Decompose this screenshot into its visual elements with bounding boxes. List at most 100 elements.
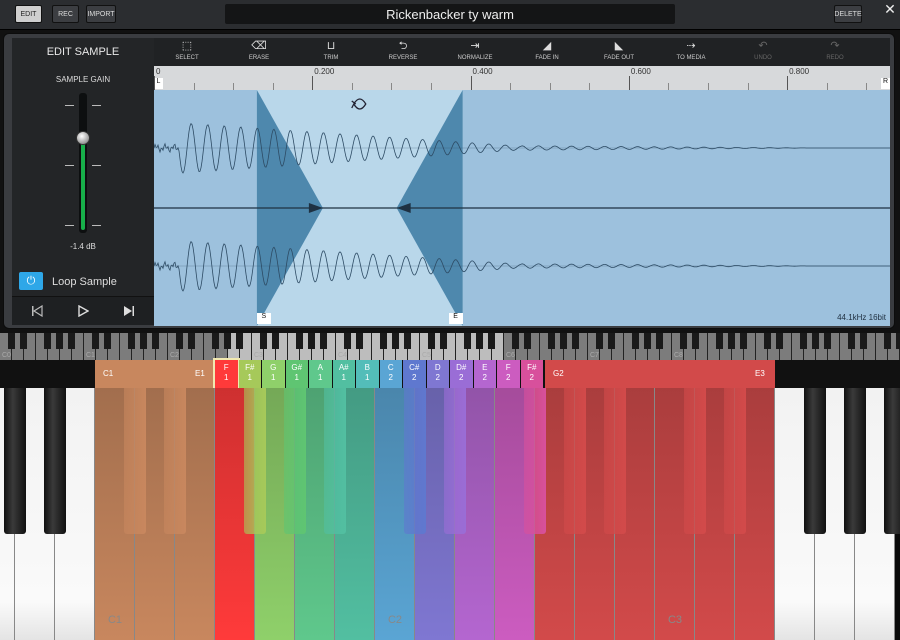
edit-button[interactable]: EDIT (15, 5, 42, 23)
mini-black-key[interactable] (608, 333, 615, 349)
import-button[interactable]: IMPORT (86, 5, 116, 23)
key-zone[interactable]: C# 2 (403, 360, 426, 388)
left-marker[interactable]: L (154, 78, 163, 89)
tool-fade-out[interactable]: ◣ FADE OUT (586, 38, 652, 66)
mini-black-key[interactable] (632, 333, 639, 349)
mini-black-key[interactable] (848, 333, 855, 349)
skip-forward-icon[interactable] (120, 303, 138, 319)
mini-black-key[interactable] (356, 333, 363, 349)
black-key[interactable] (444, 388, 466, 534)
black-key[interactable] (164, 388, 186, 534)
mini-black-key[interactable] (272, 333, 279, 349)
mini-black-key[interactable] (380, 333, 387, 349)
tool-undo[interactable]: ↶ UNDO (730, 38, 796, 66)
mini-black-key[interactable] (140, 333, 147, 349)
key-zone[interactable]: F1 (213, 358, 240, 390)
tool-fade-in[interactable]: ◢ FADE IN (514, 38, 580, 66)
mini-black-key[interactable] (764, 333, 771, 349)
delete-button[interactable]: DELETE (834, 5, 862, 23)
mini-black-key[interactable] (464, 333, 471, 349)
key-zone[interactable]: B1 (356, 360, 379, 388)
black-key[interactable] (44, 388, 66, 534)
mini-black-key[interactable] (392, 333, 399, 349)
rec-button[interactable]: REC (52, 5, 79, 23)
mini-black-key[interactable] (320, 333, 327, 349)
sample-gain-slider[interactable] (79, 93, 87, 233)
mini-black-key[interactable] (716, 333, 723, 349)
sample-title[interactable]: Rickenbacker ty warm (225, 4, 675, 24)
mini-black-key[interactable] (656, 333, 663, 349)
mini-black-key[interactable] (776, 333, 783, 349)
key-zone[interactable]: E2 (473, 360, 496, 388)
tool-normalize[interactable]: ⇥ NORMALIZE (442, 38, 508, 66)
tool-reverse[interactable]: ⮌ REVERSE (370, 38, 436, 66)
mini-black-key[interactable] (68, 333, 75, 349)
mini-black-key[interactable] (560, 333, 567, 349)
mini-black-key[interactable] (224, 333, 231, 349)
mini-black-key[interactable] (680, 333, 687, 349)
black-key[interactable] (804, 388, 826, 534)
mini-black-key[interactable] (44, 333, 51, 349)
black-key[interactable] (684, 388, 706, 534)
black-key[interactable] (244, 388, 266, 534)
key-zone[interactable]: A# 1 (332, 360, 355, 388)
black-key[interactable] (884, 388, 900, 534)
mini-black-key[interactable] (128, 333, 135, 349)
mini-black-key[interactable] (476, 333, 483, 349)
mini-black-key[interactable] (344, 333, 351, 349)
mini-black-key[interactable] (188, 333, 195, 349)
mini-black-key[interactable] (308, 333, 315, 349)
key-zone[interactable]: D2 (426, 360, 449, 388)
mini-black-key[interactable] (860, 333, 867, 349)
mini-black-key[interactable] (896, 333, 900, 349)
skip-back-icon[interactable] (28, 303, 46, 319)
mini-black-key[interactable] (440, 333, 447, 349)
mini-black-key[interactable] (20, 333, 27, 349)
mini-black-key[interactable] (104, 333, 111, 349)
mini-black-key[interactable] (800, 333, 807, 349)
black-key[interactable] (724, 388, 746, 534)
play-icon[interactable] (74, 303, 92, 319)
key-zone[interactable]: F# 2 (520, 360, 543, 388)
black-key[interactable] (844, 388, 866, 534)
mini-black-key[interactable] (152, 333, 159, 349)
mini-black-key[interactable] (488, 333, 495, 349)
loop-toggle-button[interactable]: ⏻ (19, 272, 43, 290)
mini-black-key[interactable] (92, 333, 99, 349)
range-zone-right[interactable]: G2 E3 (545, 360, 775, 388)
mini-black-key[interactable] (812, 333, 819, 349)
time-ruler[interactable]: L R 0 0.200 0.400 0.600 0.800 (154, 66, 890, 90)
mini-black-key[interactable] (176, 333, 183, 349)
black-key[interactable] (324, 388, 346, 534)
mini-black-key[interactable] (260, 333, 267, 349)
piano-keyboard[interactable]: C1 C2 C3 (0, 388, 900, 640)
mini-keyboard[interactable]: C0 C1 C2 C3 C4 C5 C6 C7 C8 (0, 333, 900, 360)
waveform-view[interactable]: 44.1kHz 16bit (154, 90, 890, 326)
black-key[interactable] (564, 388, 586, 534)
mini-black-key[interactable] (692, 333, 699, 349)
mini-black-key[interactable] (404, 333, 411, 349)
tool-to-media[interactable]: ⇢ TO MEDIA (658, 38, 724, 66)
key-zone[interactable]: G# 1 (285, 360, 308, 388)
tool-trim[interactable]: ⊔ TRIM (298, 38, 364, 66)
mini-black-key[interactable] (728, 333, 735, 349)
black-key[interactable] (284, 388, 306, 534)
black-key[interactable] (604, 388, 626, 534)
mini-black-key[interactable] (824, 333, 831, 349)
mini-black-key[interactable] (428, 333, 435, 349)
black-key[interactable] (124, 388, 146, 534)
key-zone[interactable]: F2 (497, 360, 520, 388)
black-key[interactable] (524, 388, 546, 534)
mini-black-key[interactable] (212, 333, 219, 349)
tool-erase[interactable]: ⌫ ERASE (226, 38, 292, 66)
tool-select[interactable]: ⬚ SELECT (154, 38, 220, 66)
close-icon[interactable]: ✕ (880, 0, 900, 18)
mini-black-key[interactable] (524, 333, 531, 349)
mini-black-key[interactable] (740, 333, 747, 349)
loop-start-marker[interactable]: S (256, 313, 271, 324)
mini-black-key[interactable] (56, 333, 63, 349)
key-zone[interactable]: A1 (309, 360, 332, 388)
loop-end-marker[interactable]: E (448, 313, 463, 324)
mini-black-key[interactable] (548, 333, 555, 349)
mini-black-key[interactable] (884, 333, 891, 349)
